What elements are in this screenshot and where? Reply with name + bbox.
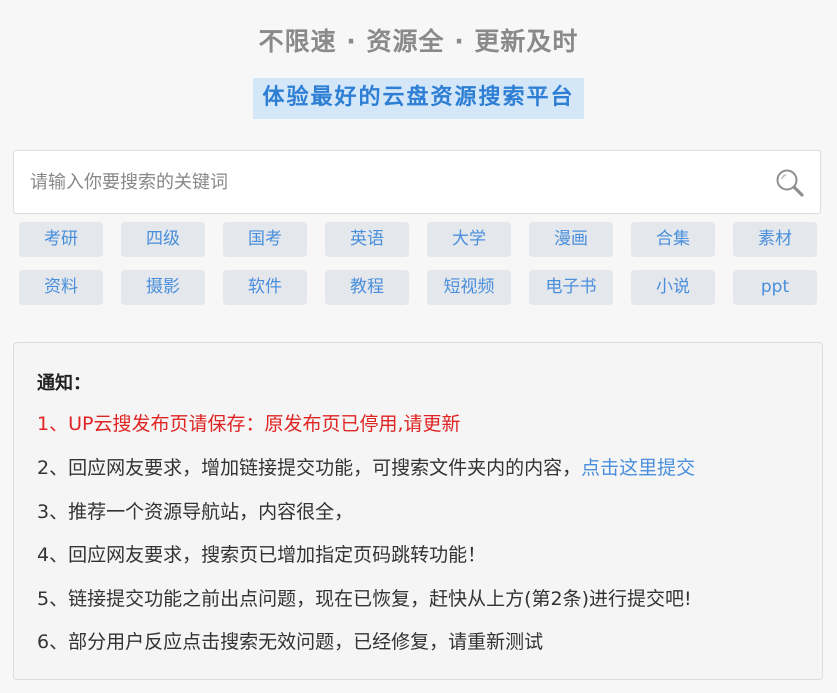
- tag-button[interactable]: 素材: [733, 222, 817, 257]
- tag-button[interactable]: 电子书: [529, 270, 613, 305]
- tag-button[interactable]: 英语: [325, 222, 409, 257]
- submit-link[interactable]: 点击这里提交: [581, 457, 695, 479]
- notice-item: 2、回应网友要求，增加链接提交功能，可搜索文件夹内的内容，点击这里提交: [37, 453, 695, 480]
- tag-button[interactable]: 四级: [121, 222, 205, 257]
- notice-item: 3、推荐一个资源导航站，内容很全，: [37, 501, 354, 523]
- tag-button[interactable]: 漫画: [529, 222, 613, 257]
- notice-item: 5、链接提交功能之前出点问题，现在已恢复，赶快从上方(第2条)进行提交吧!: [37, 588, 692, 610]
- tag-button[interactable]: 教程: [325, 270, 409, 305]
- search-icon[interactable]: [774, 167, 806, 199]
- search-box: [13, 150, 821, 214]
- tag-button[interactable]: 小说: [631, 270, 715, 305]
- notice-item: 6、部分用户反应点击搜索无效问题，已经修复，请重新测试: [37, 631, 544, 653]
- site-slogan: 体验最好的云盘资源搜索平台: [253, 78, 584, 119]
- notice-item: 4、回应网友要求，搜索页已增加指定页码跳转功能！: [37, 544, 487, 566]
- tag-button[interactable]: 合集: [631, 222, 715, 257]
- tag-button[interactable]: 软件: [223, 270, 307, 305]
- tag-button[interactable]: 摄影: [121, 270, 205, 305]
- tag-button[interactable]: 考研: [19, 222, 103, 257]
- notice-item-text: 2、回应网友要求，增加链接提交功能，可搜索文件夹内的内容，: [37, 457, 582, 479]
- notice-title: 通知：: [37, 373, 91, 394]
- slogan-container: 体验最好的云盘资源搜索平台: [0, 78, 837, 119]
- site-tagline: 不限速 · 资源全 · 更新及时: [258, 27, 579, 56]
- tag-button[interactable]: 资料: [19, 270, 103, 305]
- tag-button[interactable]: ppt: [733, 270, 817, 305]
- notice-panel: 通知： 1、UP云搜发布页请保存：原发布页已停用,请更新 2、回应网友要求，增加…: [13, 342, 823, 680]
- tag-button[interactable]: 短视频: [427, 270, 511, 305]
- tag-button[interactable]: 大学: [427, 222, 511, 257]
- tag-button[interactable]: 国考: [223, 222, 307, 257]
- notice-item: 1、UP云搜发布页请保存：原发布页已停用,请更新: [37, 413, 461, 435]
- search-input[interactable]: [14, 151, 754, 213]
